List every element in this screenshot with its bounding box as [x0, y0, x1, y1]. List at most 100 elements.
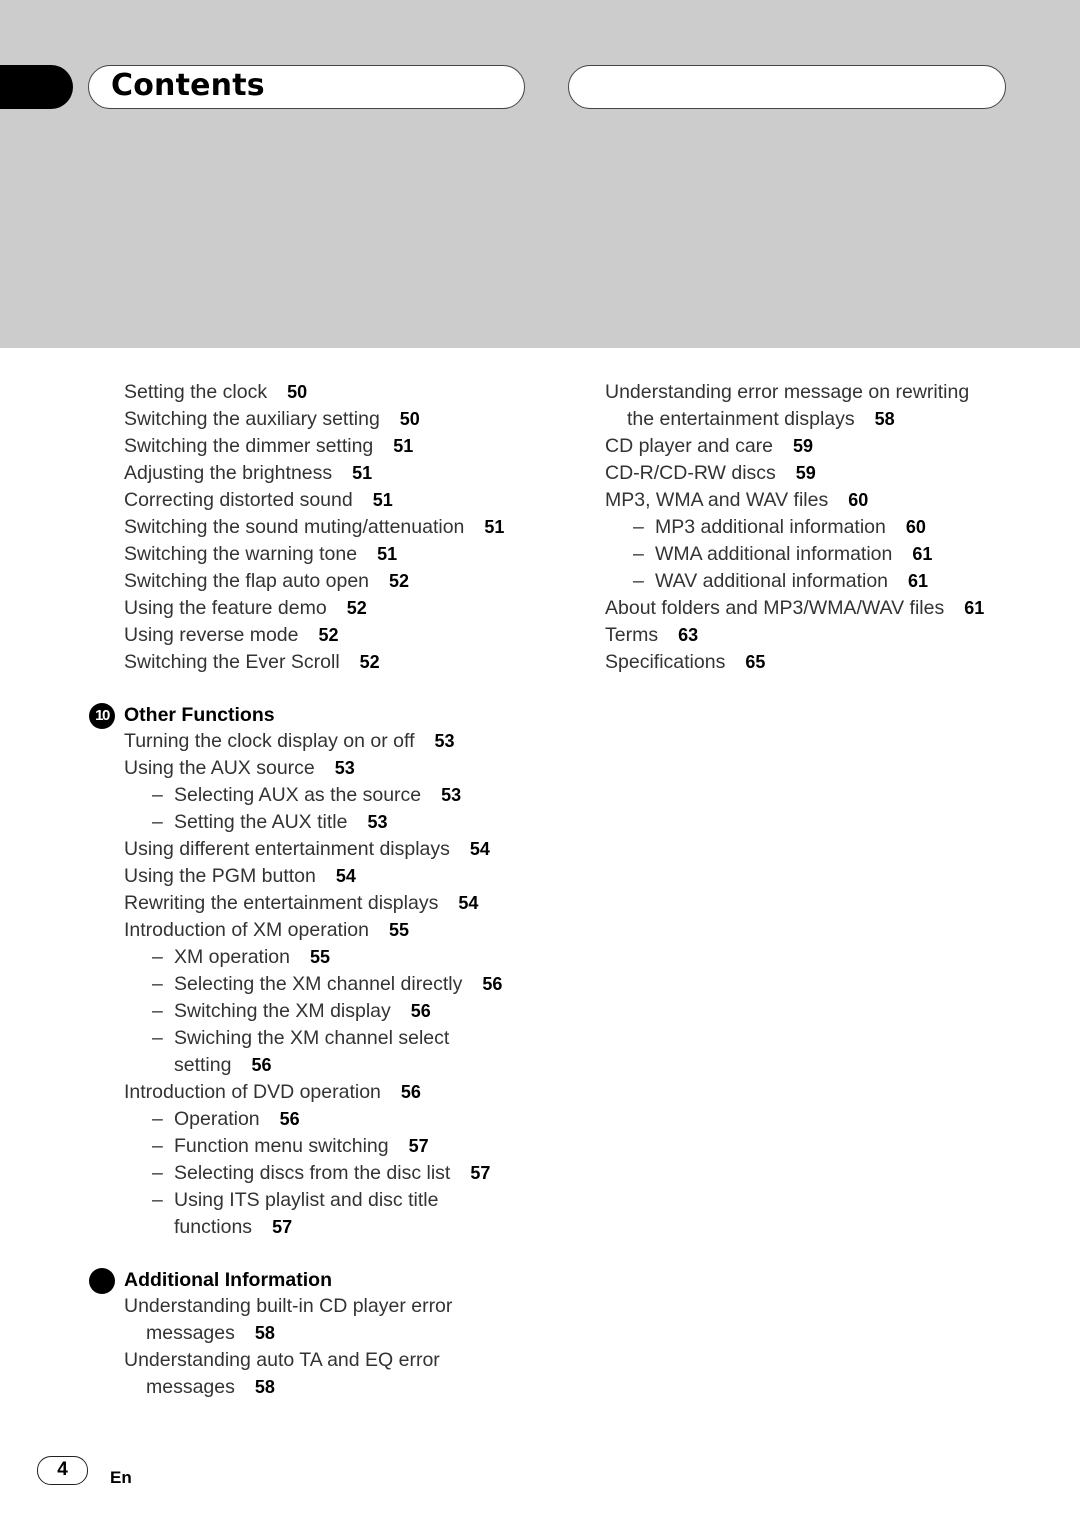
toc-entry[interactable]: Switching the flap auto open 52 — [124, 568, 564, 595]
page-number: 51 — [352, 463, 373, 483]
entry-title: Switching the sound muting/attenuation — [124, 516, 465, 538]
toc-entry[interactable]: Using the feature demo 52 — [124, 595, 564, 622]
page-number: 60 — [848, 490, 869, 510]
toc-entry-continuation[interactable]: messages 58 — [124, 1320, 564, 1347]
toc-entry[interactable]: Adjusting the brightness 51 — [124, 460, 564, 487]
toc-entry[interactable]: – Selecting the XM channel directly 56 — [124, 971, 564, 998]
toc-entry[interactable]: Switching the Ever Scroll 52 — [124, 649, 564, 676]
toc-entry[interactable]: – Selecting AUX as the source 53 — [124, 782, 564, 809]
toc-entry[interactable]: – Operation 56 — [124, 1106, 564, 1133]
header-empty-box — [568, 65, 1006, 109]
page-number: 57 — [272, 1217, 293, 1237]
header-band: Contents — [0, 0, 1080, 348]
toc-entry[interactable]: – Selecting discs from the disc list 57 — [124, 1160, 564, 1187]
page-number: 57 — [408, 1136, 429, 1156]
toc-entry[interactable]: – Switching the XM display 56 — [124, 998, 564, 1025]
toc-entry[interactable]: – WAV additional information 61 — [605, 568, 1035, 595]
toc-entry[interactable]: Setting the clock 50 — [124, 379, 564, 406]
toc-entry-list: Setting the clock 50 Switching the auxilia… — [124, 379, 564, 676]
entry-title: Selecting AUX as the source — [174, 784, 422, 806]
page-number: 53 — [441, 785, 462, 805]
entry-title: Introduction of XM operation — [124, 919, 369, 941]
toc-entry[interactable]: Understanding error message on rewriting — [605, 379, 1035, 406]
toc-entry[interactable]: Introduction of XM operation 55 — [124, 917, 564, 944]
entry-title: Understanding error message on rewriting — [605, 381, 970, 403]
section-heading[interactable]: Additional Information — [89, 1267, 564, 1294]
entry-title: Swiching the XM channel select — [174, 1027, 450, 1049]
dash-bullet: – — [152, 946, 163, 968]
toc-entry-continuation[interactable]: messages 58 — [124, 1374, 564, 1401]
page-number: 54 — [335, 866, 356, 886]
entry-title: About folders and MP3/WMA/WAV files — [605, 597, 945, 619]
toc-entry[interactable]: About folders and MP3/WMA/WAV files 61 — [605, 595, 1035, 622]
toc-entry[interactable]: – Swiching the XM channel select — [124, 1025, 564, 1052]
page-number: 56 — [482, 974, 503, 994]
page-number: 58 — [254, 1377, 275, 1397]
toc-entry[interactable]: – XM operation 55 — [124, 944, 564, 971]
dash-bullet: – — [152, 1108, 163, 1130]
section-badge-icon — [89, 1268, 115, 1294]
toc-entry[interactable]: – Using ITS playlist and disc title — [124, 1187, 564, 1214]
toc-entry[interactable]: Switching the warning tone 51 — [124, 541, 564, 568]
page-number: 56 — [400, 1082, 421, 1102]
toc-entry[interactable]: Specifications 65 — [605, 649, 1035, 676]
toc-entry[interactable]: CD-R/CD-RW discs 59 — [605, 460, 1035, 487]
page-number: 51 — [393, 436, 414, 456]
toc-entry[interactable]: Understanding auto TA and EQ error — [124, 1347, 564, 1374]
toc-entry[interactable]: – MP3 additional information 60 — [605, 514, 1035, 541]
toc-entry[interactable]: Terms 63 — [605, 622, 1035, 649]
toc-section-other-functions: 10 Other Functions Turning the clock dis… — [89, 702, 564, 1241]
toc-entry-list: Understanding built-in CD player error me… — [124, 1293, 564, 1401]
toc-entry[interactable]: Rewriting the entertainment displays 54 — [124, 890, 564, 917]
toc-entry[interactable]: – WMA additional information 61 — [605, 541, 1035, 568]
toc-entry[interactable]: Switching the auxiliary setting 50 — [124, 406, 564, 433]
toc-entry[interactable]: Switching the sound muting/attenuation 51 — [124, 514, 564, 541]
entry-title: setting — [174, 1054, 232, 1076]
entry-title: MP3, WMA and WAV files — [605, 489, 829, 511]
toc-entry[interactable]: Using different entertainment displays 54 — [124, 836, 564, 863]
entry-title: CD-R/CD-RW discs — [605, 462, 776, 484]
toc-entry[interactable]: Using reverse mode 52 — [124, 622, 564, 649]
page-number: 54 — [469, 839, 490, 859]
toc-entry[interactable]: Using the AUX source 53 — [124, 755, 564, 782]
page-number-badge: 4 — [37, 1456, 88, 1485]
dash-bullet: – — [152, 1189, 163, 1211]
toc-entry-continuation[interactable]: the entertainment displays 58 — [605, 406, 1035, 433]
toc-entry[interactable]: MP3, WMA and WAV files 60 — [605, 487, 1035, 514]
page-number: 53 — [367, 812, 388, 832]
page-number: 58 — [874, 409, 895, 429]
dash-bullet: – — [152, 1135, 163, 1157]
page-number: 61 — [964, 598, 985, 618]
dash-bullet: – — [633, 570, 644, 592]
toc-entry[interactable]: – Setting the AUX title 53 — [124, 809, 564, 836]
toc-section-additional-information: Additional Information Understanding bui… — [89, 1267, 564, 1401]
toc-entry-continuation[interactable]: setting 56 — [124, 1052, 564, 1079]
page-number: 58 — [254, 1323, 275, 1343]
toc-entry[interactable]: Switching the dimmer setting 51 — [124, 433, 564, 460]
toc-entry[interactable]: Turning the clock display on or off 53 — [124, 728, 564, 755]
toc-entry[interactable]: – Function menu switching 57 — [124, 1133, 564, 1160]
toc-entry[interactable]: CD player and care 59 — [605, 433, 1035, 460]
entry-title: Switching the warning tone — [124, 543, 358, 565]
page-number: 59 — [795, 463, 816, 483]
toc-left-column: Setting the clock 50 Switching the auxilia… — [89, 379, 564, 1401]
entry-title: WAV additional information — [655, 570, 889, 592]
toc-entry-continuation[interactable]: functions 57 — [124, 1214, 564, 1241]
entry-title: Switching the auxiliary setting — [124, 408, 380, 430]
section-tab-marker — [0, 65, 73, 109]
entry-title: Switching the Ever Scroll — [124, 651, 340, 673]
title-box: Contents — [88, 65, 525, 109]
toc-entry[interactable]: Correcting distorted sound 51 — [124, 487, 564, 514]
dash-bullet: – — [152, 1027, 163, 1049]
toc-entry[interactable]: Using the PGM button 54 — [124, 863, 564, 890]
entry-title: Selecting the XM channel directly — [174, 973, 463, 995]
entry-title: Switching the flap auto open — [124, 570, 370, 592]
dash-bullet: – — [152, 973, 163, 995]
entry-title: Using ITS playlist and disc title — [174, 1189, 439, 1211]
dash-bullet: – — [633, 543, 644, 565]
toc-entry[interactable]: Understanding built-in CD player error — [124, 1293, 564, 1320]
toc-entry[interactable]: Introduction of DVD operation 56 — [124, 1079, 564, 1106]
page-number: 54 — [458, 893, 479, 913]
entry-title: WMA additional information — [655, 543, 893, 565]
section-heading[interactable]: 10 Other Functions — [89, 702, 564, 729]
